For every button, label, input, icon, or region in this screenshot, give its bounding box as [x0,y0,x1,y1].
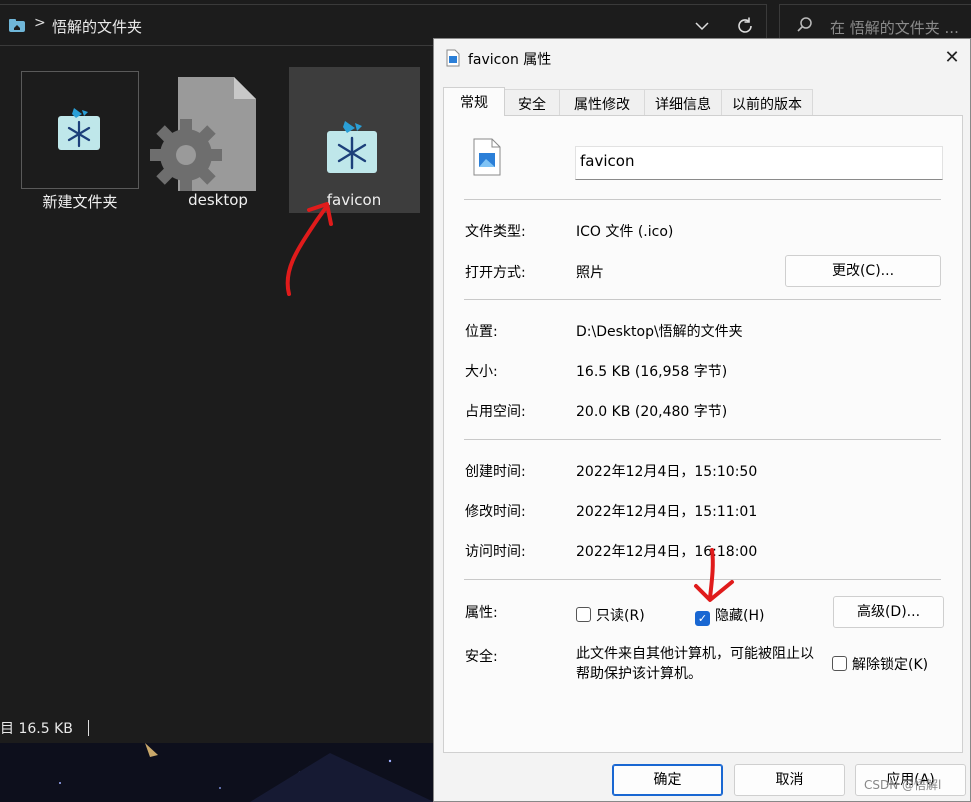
breadcrumb-current-folder[interactable]: 悟解的文件夹 [52,16,142,37]
size-label: 大小: [465,364,498,380]
modified-value: 2022年12月4日，15:11:01 [576,504,758,520]
location-value: D:\Desktop\悟解的文件夹 [576,324,743,340]
wallpaper-art [59,743,434,802]
accessed-value: 2022年12月4日，16:18:00 [576,544,758,560]
tab-general[interactable]: 常规 [443,87,505,116]
search-icon [797,17,812,32]
readonly-checkbox-box[interactable] [576,607,591,622]
size-on-disk-label: 占用空间: [465,404,526,420]
settings-file-icon [150,77,256,191]
divider [464,199,941,200]
file-label-new-folder[interactable]: 新建文件夹 [15,191,145,212]
close-button[interactable]: ✕ [938,45,966,71]
checkmark-icon[interactable]: ✓ [695,611,710,626]
location-label: 位置: [465,324,498,340]
divider [464,299,941,300]
desktop-wallpaper-strip [0,743,434,802]
tab-previous-versions[interactable]: 以前的版本 [721,89,813,115]
file-label-desktop[interactable]: desktop [153,191,283,209]
filename-input[interactable] [575,146,943,180]
file-type-label: 文件类型: [465,224,526,240]
unblock-checkbox[interactable]: 解除锁定(K) [832,654,928,674]
change-button[interactable]: 更改(C)... [785,255,941,287]
watermark-text: CSDN @悟解l [864,778,942,792]
readonly-checkbox-label: 只读(R) [596,608,645,624]
modified-label: 修改时间: [465,504,526,520]
tab-attribute-changer[interactable]: 属性修改 [559,89,645,115]
file-label-favicon[interactable]: favicon [289,191,419,209]
readonly-checkbox[interactable]: 只读(R) [576,605,645,625]
created-value: 2022年12月4日，15:10:50 [576,464,758,480]
favicon-image-icon [327,121,377,173]
advanced-button[interactable]: 高级(D)... [833,596,944,628]
file-item-favicon[interactable]: favicon [289,67,420,213]
size-value: 16.5 KB (16,958 字节) [576,364,728,380]
properties-dialog: favicon 属性 ✕ 常规 安全 属性修改 详细信息 以前的版本 文件类型:… [433,38,971,802]
snowflake-image-icon [58,108,100,150]
file-type-value: ICO 文件 (.ico) [576,224,674,240]
dialog-title: favicon 属性 [468,52,552,68]
unblock-checkbox-box[interactable] [832,656,847,671]
chevron-down-icon[interactable] [692,17,712,35]
open-with-value: 照片 [576,265,604,281]
refresh-icon[interactable] [734,15,756,37]
security-message: 此文件来自其他计算机，可能被阻止以帮助保护该计算机。 [576,646,814,682]
tab-details[interactable]: 详细信息 [644,89,722,115]
attributes-label: 属性: [465,605,498,621]
divider [464,439,941,440]
tab-security[interactable]: 安全 [504,89,560,115]
unblock-checkbox-label: 解除锁定(K) [852,657,929,673]
search-placeholder: 在 悟解的文件夹 ... [830,19,959,37]
file-item-desktop[interactable] [150,75,265,195]
status-bar-text: 目 16.5 KB [0,721,73,737]
hidden-checkbox-label: 隐藏(H) [715,608,765,624]
ok-button[interactable]: 确定 [612,764,723,796]
cancel-button[interactable]: 取消 [734,764,845,796]
general-tab-panel: 文件类型: ICO 文件 (.ico) 打开方式: 照片 更改(C)... 位置… [443,115,963,753]
breadcrumb-separator: > [34,15,46,31]
image-file-icon [446,49,460,67]
accessed-label: 访问时间: [465,544,526,560]
open-with-label: 打开方式: [465,265,526,281]
image-file-icon [473,138,501,176]
created-label: 创建时间: [465,464,526,480]
status-bar-divider [88,720,89,736]
hidden-checkbox[interactable]: ✓ 隐藏(H) [695,605,764,626]
divider [464,579,941,580]
folder-home-icon [9,19,25,32]
file-item-new-folder[interactable] [21,71,139,189]
size-on-disk-value: 20.0 KB (20,480 字节) [576,404,728,420]
security-label: 安全: [465,649,498,665]
